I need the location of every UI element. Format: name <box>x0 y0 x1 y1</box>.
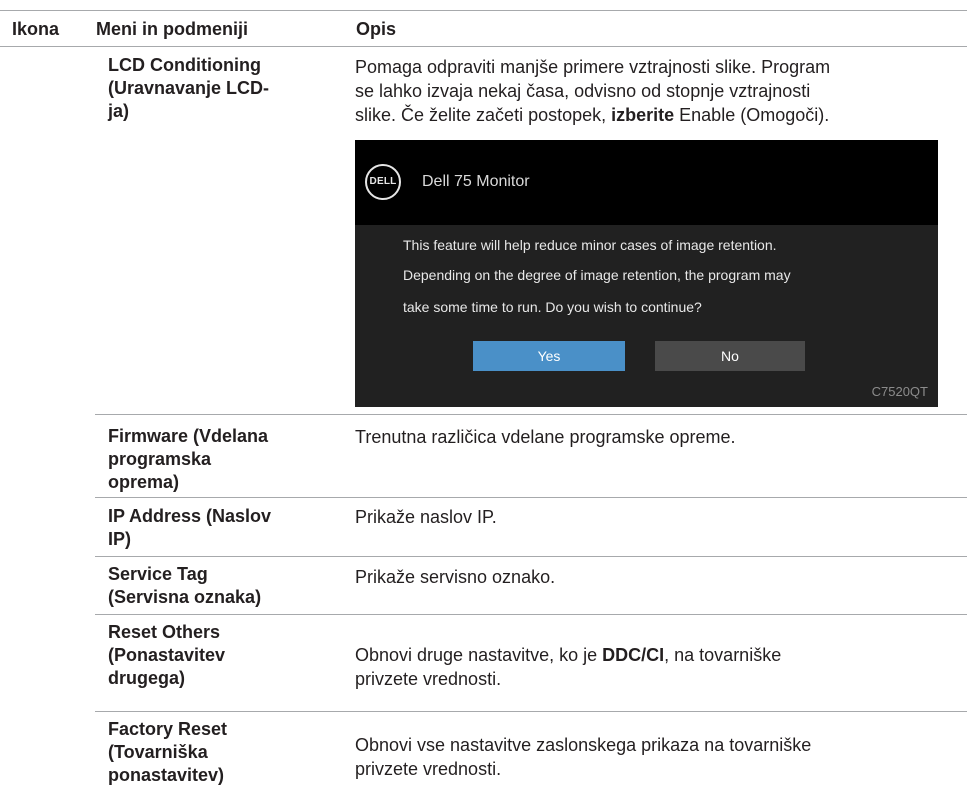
menu-service-tag: Service Tag (Servisna oznaka) <box>108 564 262 607</box>
desc-firmware: Trenutna različica vdelane programske op… <box>355 427 736 447</box>
menu-lcd-conditioning: LCD Conditioning (Uravnavanje LCD- ja) <box>108 55 270 121</box>
manual-page: Ikona Meni in podmeniji Opis LCD Conditi… <box>0 0 967 804</box>
desc-lcd-conditioning: Pomaga odpraviti manjše primere vztrajno… <box>355 57 831 125</box>
row-rule <box>95 711 967 712</box>
osd-header: DELL Dell 75 Monitor <box>355 140 938 225</box>
row-rule <box>95 497 967 498</box>
header-description: Opis <box>356 19 397 39</box>
header-menu: Meni in podmeniji <box>96 19 248 39</box>
menu-factory-reset: Factory Reset (Tovarniška ponastavitev) <box>108 719 228 785</box>
header-rule <box>0 46 967 47</box>
row-rule <box>95 614 967 615</box>
menu-firmware: Firmware (Vdelana programska oprema) <box>108 426 269 492</box>
osd-message-line: take some time to run. Do you wish to co… <box>403 299 702 315</box>
osd-model-label: C7520QT <box>871 384 928 399</box>
yes-button[interactable]: Yes <box>473 341 625 371</box>
table-top-rule <box>0 10 967 11</box>
no-button[interactable]: No <box>655 341 805 371</box>
row-rule <box>95 556 967 557</box>
menu-reset-others: Reset Others (Ponastavitev drugega) <box>108 622 226 688</box>
desc-ip-address: Prikaže naslov IP. <box>355 507 497 527</box>
dell-logo: DELL <box>365 164 401 200</box>
header-icon: Ikona <box>12 19 60 39</box>
osd-message-line: Depending on the degree of image retenti… <box>403 267 791 283</box>
osd-dialog: DELL Dell 75 Monitor This feature will h… <box>355 140 938 407</box>
desc-factory-reset: Obnovi vse nastavitve zaslonskega prikaz… <box>355 735 812 779</box>
row-rule <box>95 414 967 415</box>
menu-ip-address: IP Address (Naslov IP) <box>108 506 272 549</box>
osd-title: Dell 75 Monitor <box>422 173 530 190</box>
osd-message-line: This feature will help reduce minor case… <box>403 237 777 253</box>
desc-reset-others: Obnovi druge nastavitve, ko je DDC/CI, n… <box>355 645 782 689</box>
desc-service-tag: Prikaže servisno oznako. <box>355 567 556 587</box>
